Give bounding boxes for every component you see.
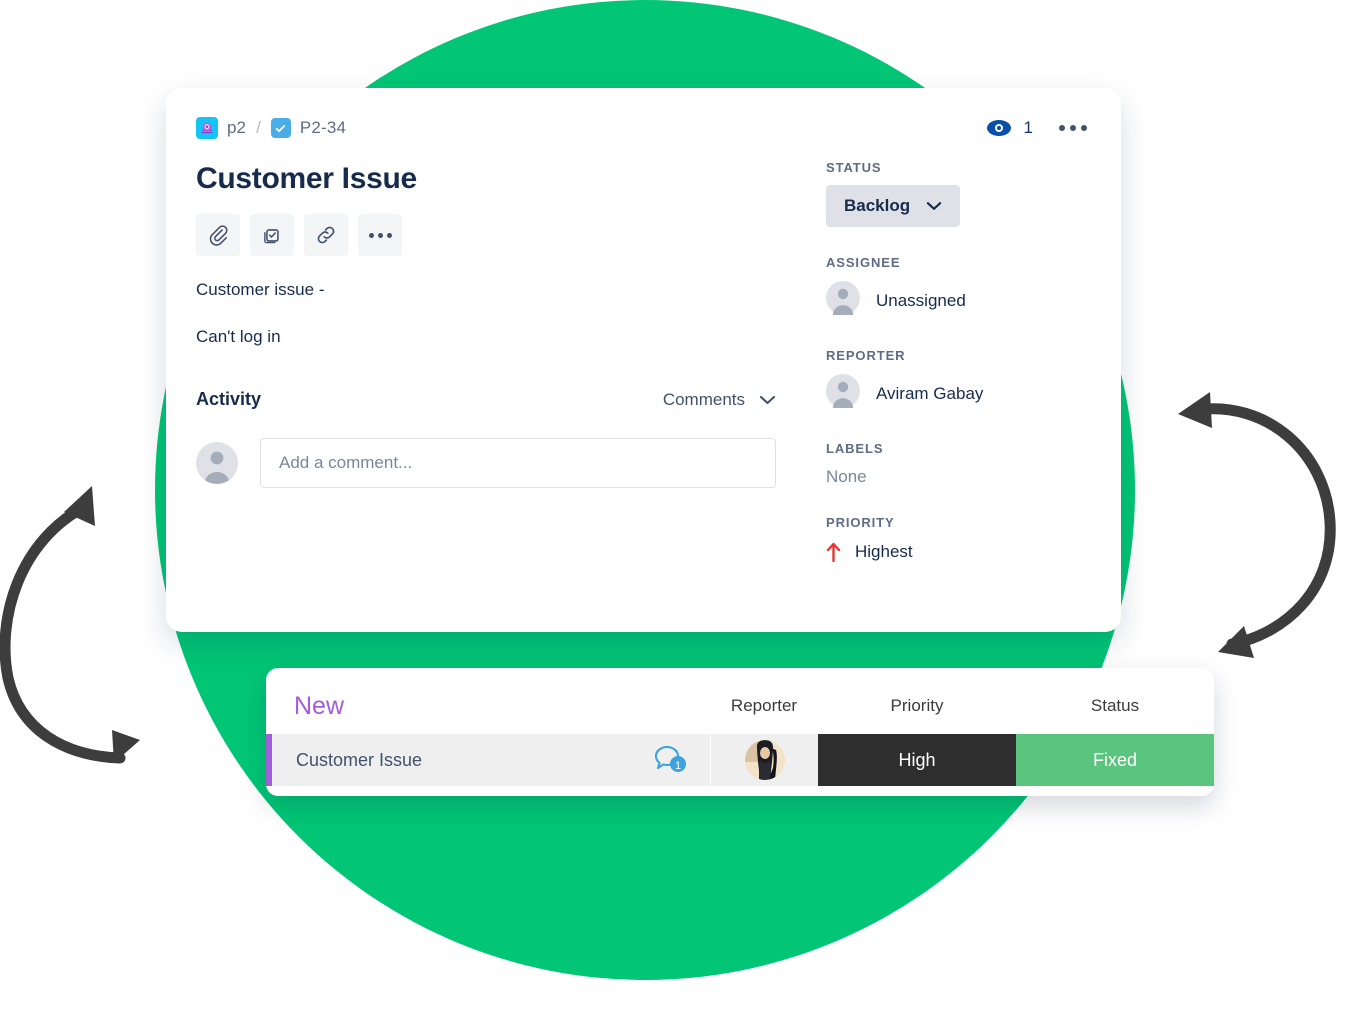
breadcrumb: p2 / P2-34 (196, 117, 346, 139)
column-header-reporter: Reporter (730, 696, 798, 715)
paperclip-icon (209, 225, 228, 246)
row-priority-cell[interactable]: High (818, 734, 1016, 786)
priority-value-row[interactable]: Highest (826, 542, 1046, 562)
issue-more-menu-button[interactable] (1055, 119, 1091, 137)
project-avatar-icon (196, 117, 218, 139)
labels-field: LABELS None (826, 441, 1046, 487)
more-horizontal-icon (1059, 125, 1065, 131)
assignee-label: ASSIGNEE (826, 255, 901, 270)
assignee-field: ASSIGNEE Unassigned (826, 255, 1046, 320)
breadcrumb-project[interactable]: p2 (227, 118, 246, 138)
labels-value[interactable]: None (826, 467, 1046, 487)
status-dropdown[interactable]: Backlog (826, 185, 961, 227)
reporter-value: Aviram Gabay (876, 383, 984, 403)
assignee-value-row[interactable]: Unassigned (826, 281, 1046, 320)
child-issue-icon (264, 229, 279, 244)
link-icon (317, 226, 335, 244)
status-value: Backlog (844, 196, 911, 215)
status-label: STATUS (826, 160, 882, 175)
issue-card-header: p2 / P2-34 1 (196, 114, 1091, 142)
row-issue-title[interactable]: Customer Issue (296, 750, 422, 771)
column-header-priority: Priority (890, 696, 944, 715)
reporter-label: REPORTER (826, 348, 906, 363)
assignee-value: Unassigned (876, 290, 966, 310)
eye-icon (986, 120, 1011, 136)
cycle-arrow-icon-right (1178, 392, 1336, 658)
chevron-down-icon (759, 395, 776, 404)
reporter-field: REPORTER Aviram Gabay (826, 348, 1046, 413)
cycle-arrow-icon-left (0, 486, 140, 764)
user-avatar-icon (826, 281, 860, 320)
column-header-status: Status (1090, 696, 1140, 715)
more-horizontal-icon (368, 232, 392, 238)
activity-section-header: Activity Comments (196, 389, 776, 410)
list-header-row: New Reporter Priority Status (266, 686, 1214, 726)
activity-heading: Activity (196, 389, 262, 409)
issue-fields-sidebar: STATUS Backlog ASSIGNEE Unassigned REPOR… (826, 160, 1046, 562)
issue-list-card: New Reporter Priority Status Customer Is… (266, 668, 1214, 796)
table-row[interactable]: Customer Issue 1 High Fixed (266, 734, 1214, 786)
user-avatar-icon (196, 442, 238, 484)
watch-count: 1 (1023, 118, 1033, 137)
row-reporter-cell (710, 734, 818, 786)
priority-label: PRIORITY (826, 515, 895, 530)
activity-filter-label: Comments (662, 389, 745, 409)
priority-value: Highest (855, 542, 913, 561)
activity-filter-dropdown[interactable]: Comments (663, 390, 776, 410)
add-child-issue-button[interactable] (250, 214, 294, 256)
speech-bubble-icon: 1 (654, 745, 686, 772)
group-label-new: New (294, 691, 345, 720)
breadcrumb-separator: / (256, 118, 261, 137)
comment-count-text: 1 (675, 760, 681, 772)
breadcrumb-issue-key[interactable]: P2-34 (300, 118, 346, 138)
issue-card-header-actions: 1 (986, 118, 1091, 138)
user-avatar-icon (826, 374, 860, 413)
comment-count-badge[interactable]: 1 (652, 744, 692, 776)
row-status-cell[interactable]: Fixed (1016, 734, 1214, 786)
comment-input[interactable] (260, 438, 776, 488)
screenshot-root: p2 / P2-34 1 Customer Issue Customer iss… (0, 0, 1356, 1016)
row-title-cell: Customer Issue 1 (272, 734, 710, 786)
task-checkbox-icon (270, 118, 291, 138)
priority-field: PRIORITY Highest (826, 515, 1046, 562)
person-photo-avatar (744, 740, 785, 780)
attach-button[interactable] (196, 214, 240, 256)
more-actions-button[interactable] (358, 214, 402, 256)
link-issue-button[interactable] (304, 214, 348, 256)
chevron-down-icon (926, 202, 942, 210)
arrow-up-icon (826, 542, 841, 562)
watch-button[interactable]: 1 (986, 118, 1033, 138)
reporter-value-row[interactable]: Aviram Gabay (826, 374, 1046, 413)
status-field: STATUS Backlog (826, 160, 1046, 227)
labels-label: LABELS (826, 441, 884, 456)
